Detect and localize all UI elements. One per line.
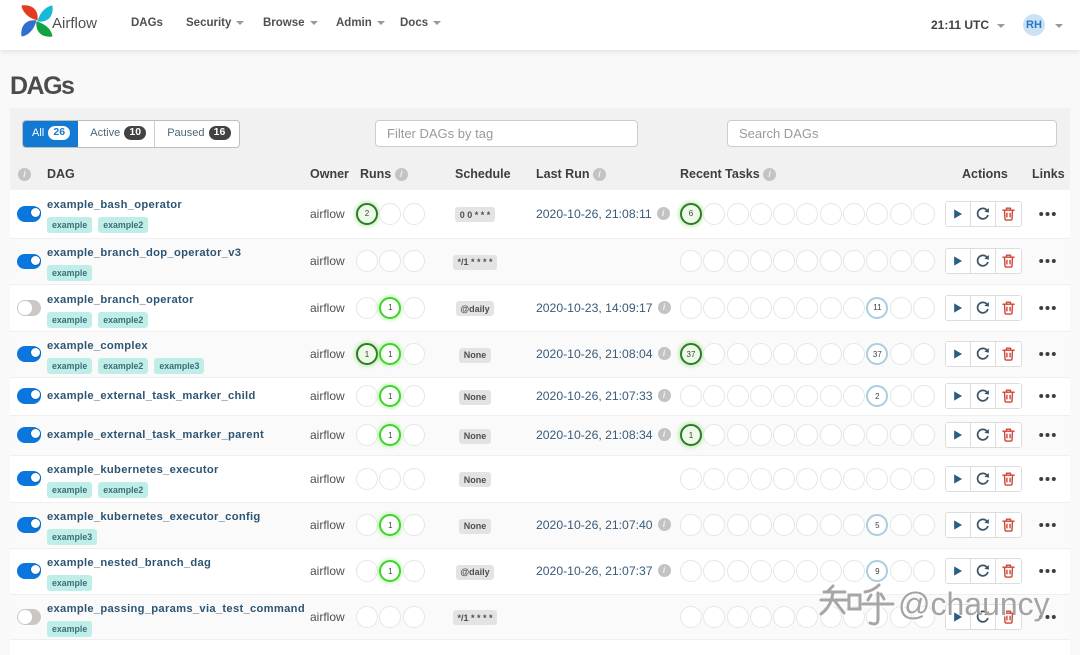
svg-text:@chauncy: @chauncy: [898, 586, 1050, 622]
